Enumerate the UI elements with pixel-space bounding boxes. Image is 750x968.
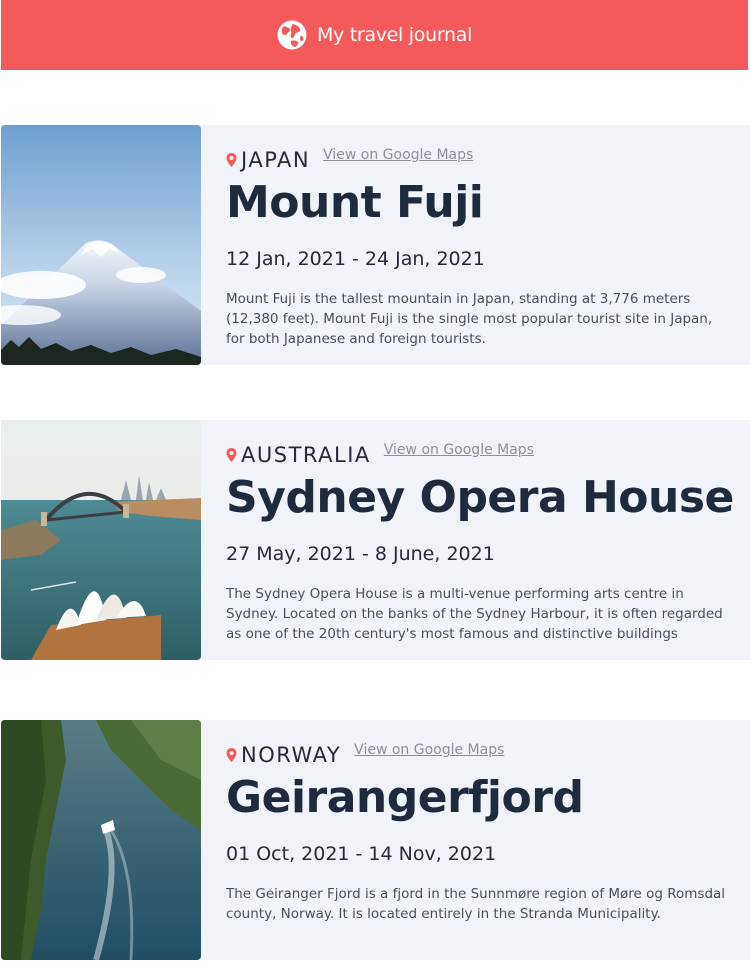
place-description: Mount Fuji is the tallest mountain in Ja… bbox=[226, 291, 713, 347]
app-title: My travel journal bbox=[316, 24, 473, 46]
trip-dates: 01 Oct, 2021 - 14 Nov, 2021 bbox=[226, 843, 497, 865]
entry-photo-mount-fuji bbox=[1, 125, 201, 365]
entry-photo-geirangerfjord bbox=[1, 720, 201, 960]
country-label: JAPAN bbox=[241, 148, 311, 172]
country-label: NORWAY bbox=[241, 743, 342, 767]
trip-dates: 12 Jan, 2021 - 24 Jan, 2021 bbox=[226, 248, 485, 270]
location-pin-icon bbox=[226, 448, 237, 462]
location-row: NORWAY View on Google Maps bbox=[226, 742, 504, 767]
country-label: AUSTRALIA bbox=[241, 443, 371, 467]
location-pin-icon bbox=[226, 153, 237, 167]
location-row: JAPAN View on Google Maps bbox=[226, 147, 473, 172]
place-title: Sydney Opera House bbox=[226, 472, 734, 523]
google-maps-link[interactable]: View on Google Maps bbox=[384, 442, 534, 458]
place-title: Geirangerfjord bbox=[226, 772, 584, 823]
journal-entry: JAPAN View on Google Maps Mount Fuji 12 … bbox=[1, 125, 750, 365]
place-description: The Geiranger Fjord is a fjord in the Su… bbox=[226, 886, 726, 922]
journal-entry: NORWAY View on Google Maps Geirangerfjor… bbox=[1, 720, 750, 960]
journal-entry: AUSTRALIA View on Google Maps Sydney Ope… bbox=[1, 420, 750, 660]
place-title: Mount Fuji bbox=[226, 177, 484, 228]
location-row: AUSTRALIA View on Google Maps bbox=[226, 442, 534, 467]
entry-photo-sydney-opera-house bbox=[1, 420, 201, 660]
place-description: The Sydney Opera House is a multi-venue … bbox=[226, 586, 723, 642]
google-maps-link[interactable]: View on Google Maps bbox=[354, 742, 504, 758]
trip-dates: 27 May, 2021 - 8 June, 2021 bbox=[226, 543, 495, 565]
globe-icon bbox=[277, 20, 307, 50]
google-maps-link[interactable]: View on Google Maps bbox=[323, 147, 473, 163]
location-pin-icon bbox=[226, 748, 237, 762]
app-header: My travel journal bbox=[1, 0, 748, 70]
